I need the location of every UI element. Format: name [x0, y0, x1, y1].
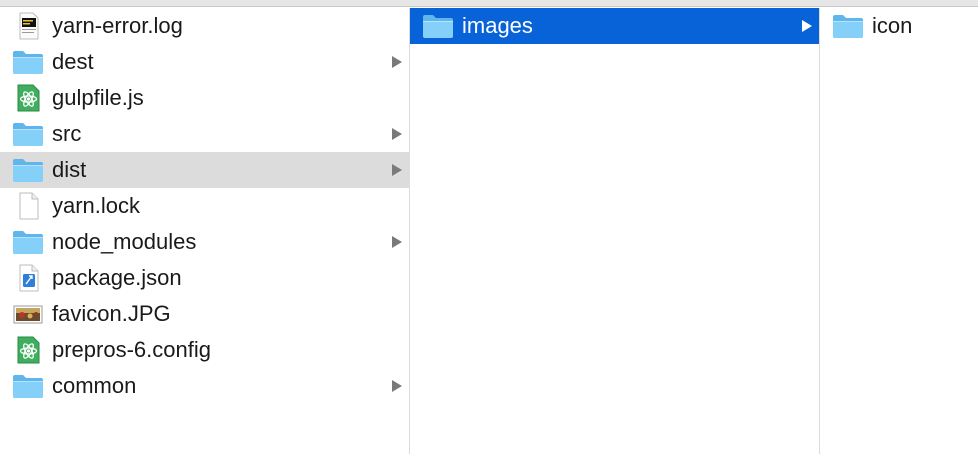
list-item-icon[interactable]: icon	[820, 8, 978, 44]
item-label: favicon.JPG	[52, 301, 171, 326]
item-label: common	[52, 373, 137, 398]
list-item-common[interactable]: common	[0, 368, 409, 404]
list-item-yarn-lock[interactable]: yarn.lock	[0, 188, 409, 224]
column-1[interactable]: yarn-error.log dest gulpfile.js src dist…	[0, 8, 409, 454]
disclosure-arrow-icon	[391, 127, 403, 141]
folder-icon	[12, 156, 44, 184]
folder-icon	[832, 12, 864, 40]
disclosure-arrow-icon	[391, 379, 403, 393]
folder-icon	[12, 48, 44, 76]
item-label: prepros-6.config	[52, 337, 211, 362]
item-label: node_modules	[52, 229, 197, 254]
disclosure-arrow-icon	[391, 163, 403, 177]
disclosure-arrow-icon	[391, 55, 403, 69]
blank-file-icon	[12, 192, 44, 220]
folder-icon	[12, 228, 44, 256]
item-label: yarn-error.log	[52, 13, 183, 38]
list-item-gulpfile-js[interactable]: gulpfile.js	[0, 80, 409, 116]
list-item-src[interactable]: src	[0, 116, 409, 152]
toolbar-edge	[0, 0, 978, 7]
atom-file-icon	[12, 336, 44, 364]
item-label: dist	[52, 157, 87, 182]
list-item-dest[interactable]: dest	[0, 44, 409, 80]
list-item-package-json[interactable]: package.json	[0, 260, 409, 296]
folder-icon	[422, 12, 454, 40]
disclosure-arrow-icon	[801, 19, 813, 33]
list-item-images[interactable]: images	[410, 8, 819, 44]
folder-icon	[12, 372, 44, 400]
disclosure-arrow-icon	[391, 235, 403, 249]
list-item-favicon-jpg[interactable]: favicon.JPG	[0, 296, 409, 332]
folder-icon	[12, 120, 44, 148]
column-3[interactable]: icon	[820, 8, 978, 454]
column-2[interactable]: images	[410, 8, 819, 454]
json-file-icon	[12, 264, 44, 292]
log-file-icon	[12, 12, 44, 40]
item-label: dest	[52, 49, 94, 74]
list-item-dist[interactable]: dist	[0, 152, 409, 188]
image-file-icon	[12, 300, 44, 328]
item-label: package.json	[52, 265, 182, 290]
item-label: gulpfile.js	[52, 85, 144, 110]
list-item-node-modules[interactable]: node_modules	[0, 224, 409, 260]
list-item-prepros-config[interactable]: prepros-6.config	[0, 332, 409, 368]
item-label: images	[462, 13, 533, 38]
item-label: src	[52, 121, 82, 146]
item-label: icon	[872, 13, 913, 38]
list-item-yarn-error-log[interactable]: yarn-error.log	[0, 8, 409, 44]
atom-file-icon	[12, 84, 44, 112]
item-label: yarn.lock	[52, 193, 141, 218]
finder-column-view: yarn-error.log dest gulpfile.js src dist…	[0, 0, 978, 454]
